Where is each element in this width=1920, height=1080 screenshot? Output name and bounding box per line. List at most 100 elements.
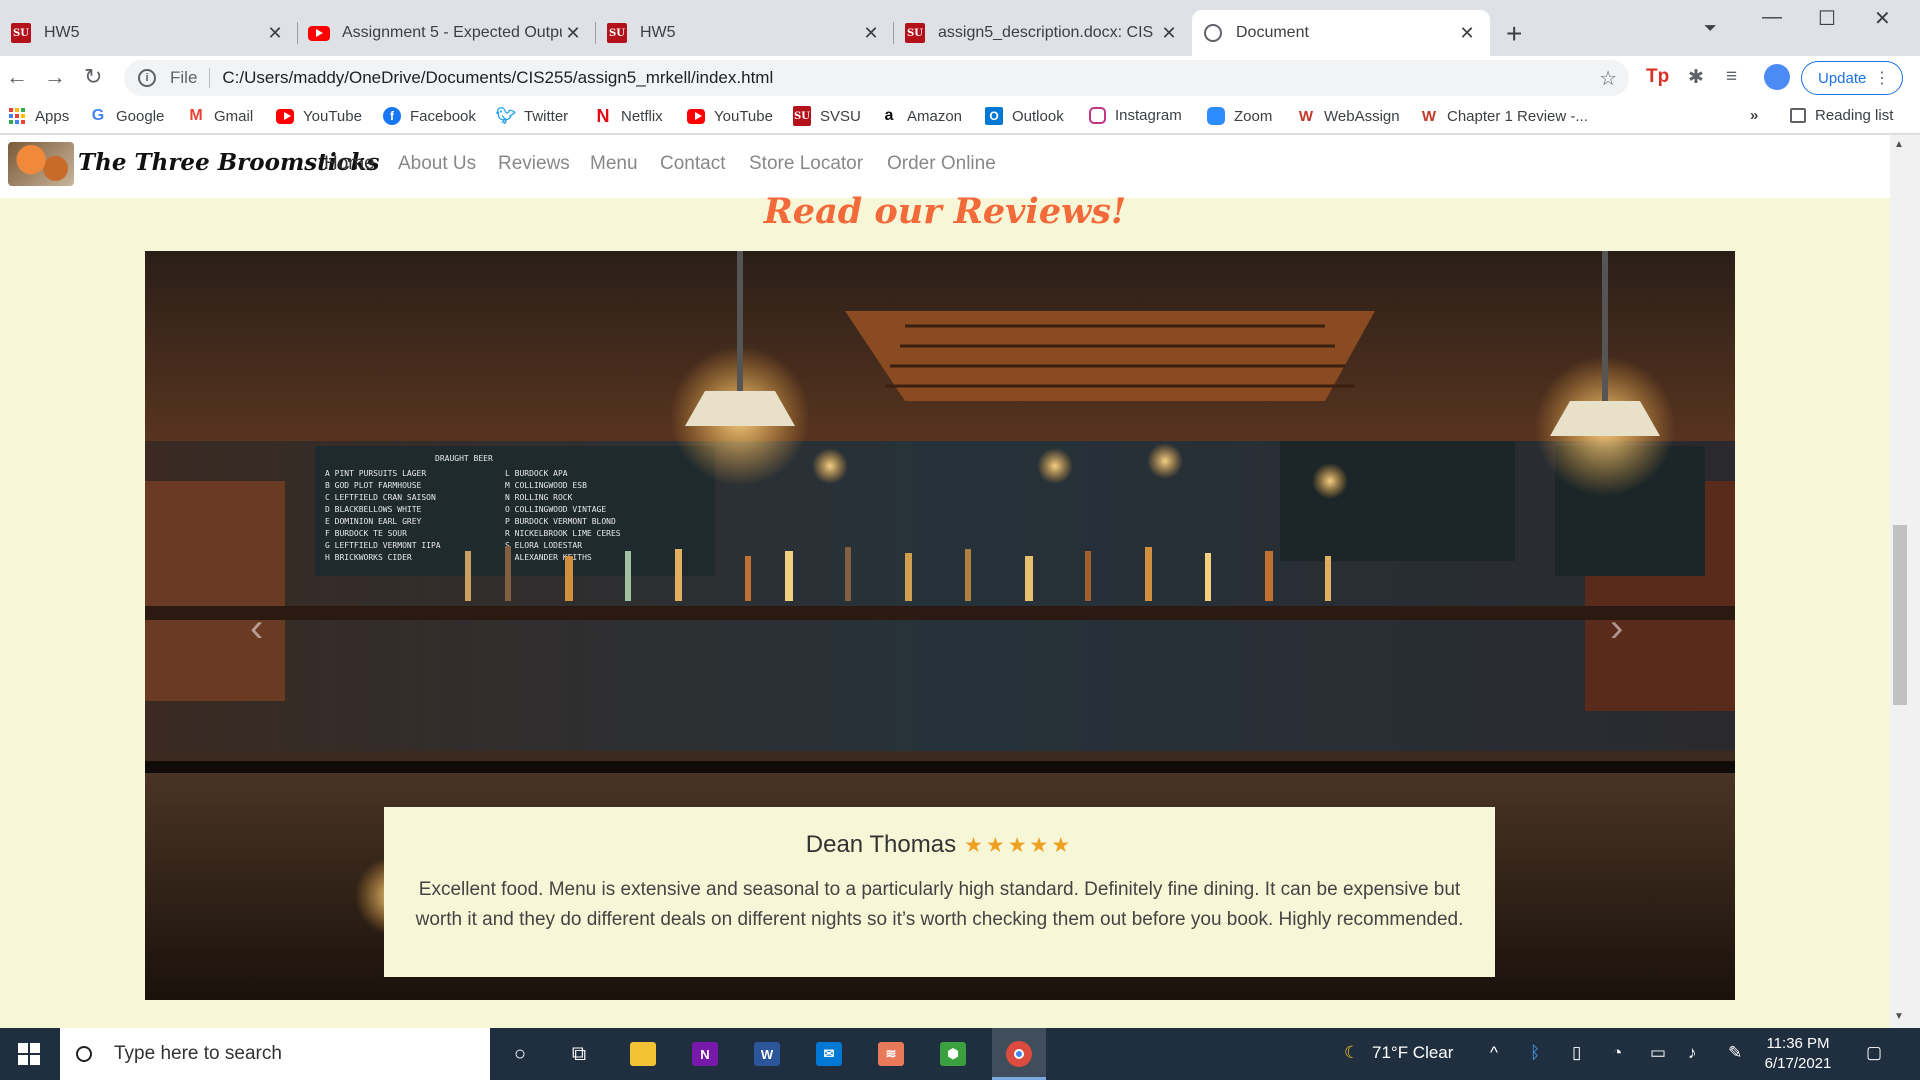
bookmarks-overflow-button[interactable]: » <box>1750 107 1758 124</box>
bookmark-gmail[interactable]: M Gmail <box>187 107 253 125</box>
carousel-next-icon[interactable]: › <box>1610 606 1623 651</box>
svg-text:S ELORA LODESTAR: S ELORA LODESTAR <box>505 541 582 550</box>
tab-search-icon[interactable]: ⏷ <box>1704 20 1717 38</box>
close-icon[interactable]: ✕ <box>1158 23 1180 44</box>
profile-avatar-icon[interactable] <box>1764 64 1790 90</box>
windows-start-icon[interactable] <box>18 1043 40 1065</box>
pen-icon[interactable]: ✎ <box>1728 1043 1742 1063</box>
tab-document[interactable]: Document ✕ <box>1192 10 1490 56</box>
bluetooth-icon[interactable]: ᛒ <box>1530 1043 1540 1063</box>
tab-assign5-description[interactable]: SU assign5_description.docx: CIS 255 ✕ <box>894 10 1192 56</box>
bookmark-webassign[interactable]: W WebAssign <box>1297 107 1400 125</box>
bookmark-label: Netflix <box>621 107 663 125</box>
tab-hw5-2[interactable]: SU HW5 ✕ <box>596 10 894 56</box>
tab-title: Document <box>1236 24 1309 41</box>
file-explorer-icon[interactable] <box>628 1040 658 1068</box>
bookmark-twitter[interactable]: 🐦︎ Twitter <box>496 107 568 126</box>
minimize-icon[interactable]: — <box>1762 6 1782 29</box>
extensions-puzzle-icon[interactable]: ✱ <box>1688 66 1704 89</box>
close-icon[interactable]: ✕ <box>264 23 286 44</box>
bookmark-instagram[interactable]: Instagram <box>1089 107 1182 124</box>
nav-reviews[interactable]: Reviews <box>498 153 570 175</box>
wifi-icon[interactable]: ◔ <box>1612 1043 1622 1063</box>
bookmark-star-icon[interactable]: ☆ <box>1599 66 1617 91</box>
close-icon[interactable]: ✕ <box>562 23 584 44</box>
url-text[interactable]: C:/Users/maddy/OneDrive/Documents/CIS255… <box>222 68 773 88</box>
scroll-down-icon[interactable]: ▼ <box>1894 1011 1904 1022</box>
nav-home[interactable]: Home <box>324 153 375 175</box>
system-clock[interactable]: 11:36 PM 6/17/2021 <box>1758 1034 1838 1074</box>
mail-icon[interactable]: ✉ <box>814 1040 844 1068</box>
bookmark-youtube[interactable]: YouTube <box>276 107 362 125</box>
task-view-icon[interactable]: ⧉ <box>564 1040 594 1068</box>
svg-text:B GOD PLOT FARMHOUSE: B GOD PLOT FARMHOUSE <box>325 481 422 490</box>
bookmark-facebook[interactable]: f Facebook <box>383 107 476 125</box>
bookmark-outlook[interactable]: O Outlook <box>985 107 1064 125</box>
green-hexagon-app-icon[interactable]: ⬢ <box>938 1040 968 1068</box>
layers-app-icon[interactable]: ≋ <box>876 1040 906 1068</box>
tab-hw5[interactable]: SU HW5 ✕ <box>0 10 298 56</box>
notifications-icon[interactable]: ▢ <box>1866 1043 1882 1063</box>
update-button[interactable]: Update ⋮ <box>1801 61 1903 95</box>
cortana-circle-icon[interactable]: ○ <box>505 1040 535 1068</box>
nav-menu[interactable]: Menu <box>590 153 638 175</box>
youtube-icon <box>687 107 705 125</box>
word-icon[interactable]: W <box>752 1040 782 1068</box>
volume-icon[interactable]: ♪ <box>1688 1043 1697 1063</box>
brand-logo[interactable] <box>8 142 74 186</box>
bookmark-zoom[interactable]: Zoom <box>1207 107 1272 125</box>
bookmark-label: Facebook <box>410 107 476 125</box>
bookmark-apps[interactable]: Apps <box>8 107 69 125</box>
youtube-icon <box>276 107 294 125</box>
tab-title: Assignment 5 - Expected Output <box>342 24 562 41</box>
reload-icon[interactable]: ↻ <box>84 64 102 90</box>
svg-text:H BRICKWORKS CIDER: H BRICKWORKS CIDER <box>325 553 412 562</box>
scroll-up-icon[interactable]: ▲ <box>1894 139 1904 150</box>
svg-text:D BLACKBELLOWS WHITE: D BLACKBELLOWS WHITE <box>325 505 422 514</box>
bookmark-label: Amazon <box>907 107 963 125</box>
nav-order-online[interactable]: Order Online <box>887 153 996 175</box>
bookmark-chapter1-review[interactable]: W Chapter 1 Review -... <box>1420 107 1588 125</box>
svg-text:M COLLINGWOOD ESB: M COLLINGWOOD ESB <box>505 481 587 490</box>
show-hidden-icons-icon[interactable]: ^ <box>1490 1043 1498 1063</box>
reading-list-label: Reading list <box>1815 107 1894 124</box>
tp-extension-icon[interactable]: Tp <box>1646 66 1669 88</box>
maximize-icon[interactable]: ☐ <box>1818 6 1836 31</box>
media-queue-icon[interactable]: ≡ <box>1726 66 1737 88</box>
tab-assignment5[interactable]: Assignment 5 - Expected Output ✕ <box>298 10 596 56</box>
nav-store-locator[interactable]: Store Locator <box>749 153 863 175</box>
back-arrow-icon[interactable]: ← <box>6 64 28 90</box>
scrollbar-thumb[interactable] <box>1893 525 1907 705</box>
close-icon[interactable]: ✕ <box>860 23 882 44</box>
bookmark-netflix[interactable]: N Netflix <box>594 105 663 126</box>
bookmark-youtube-2[interactable]: YouTube <box>687 107 773 125</box>
bookmark-amazon[interactable]: a Amazon <box>880 107 962 125</box>
nav-contact[interactable]: Contact <box>660 153 725 175</box>
onenote-icon[interactable]: N <box>690 1040 720 1068</box>
weather-text: 71°F Clear <box>1371 1043 1454 1062</box>
reviewer-line: Dean Thomas ★★★★★ <box>384 831 1495 859</box>
nav-about-us[interactable]: About Us <box>398 153 476 175</box>
bookmark-svsu[interactable]: SU SVSU <box>793 106 861 126</box>
forward-arrow-icon[interactable]: → <box>44 64 66 90</box>
bookmark-google[interactable]: G Google <box>89 107 165 125</box>
omnibox-divider <box>209 68 211 88</box>
carousel-prev-icon[interactable]: ‹ <box>250 606 263 651</box>
page-scrollbar[interactable]: ▲ ▼ <box>1890 135 1920 1028</box>
tab-strip: SU HW5 ✕ Assignment 5 - Expected Output … <box>0 0 1920 56</box>
taskbar-search-box[interactable]: Type here to search <box>60 1028 490 1080</box>
address-bar[interactable]: i File C:/Users/maddy/OneDrive/Documents… <box>124 60 1629 96</box>
chrome-icon[interactable] <box>1004 1040 1034 1068</box>
info-icon[interactable]: i <box>138 69 156 87</box>
weather-widget[interactable]: ☾ 71°F Clear <box>1344 1043 1453 1063</box>
close-icon[interactable]: ✕ <box>1456 23 1478 44</box>
menu-kebab-icon[interactable]: ⋮ <box>1874 68 1890 88</box>
reading-list-button[interactable]: Reading list <box>1790 107 1893 124</box>
device-icon[interactable]: ▯ <box>1572 1043 1581 1063</box>
battery-icon[interactable]: ▭ <box>1650 1043 1666 1063</box>
svsu-icon: SU <box>606 22 628 44</box>
new-tab-plus-icon[interactable]: + <box>1506 18 1522 50</box>
netflix-icon: N <box>596 105 610 126</box>
window-close-icon[interactable]: ✕ <box>1874 6 1891 31</box>
webassign-icon: W <box>1421 107 1437 125</box>
